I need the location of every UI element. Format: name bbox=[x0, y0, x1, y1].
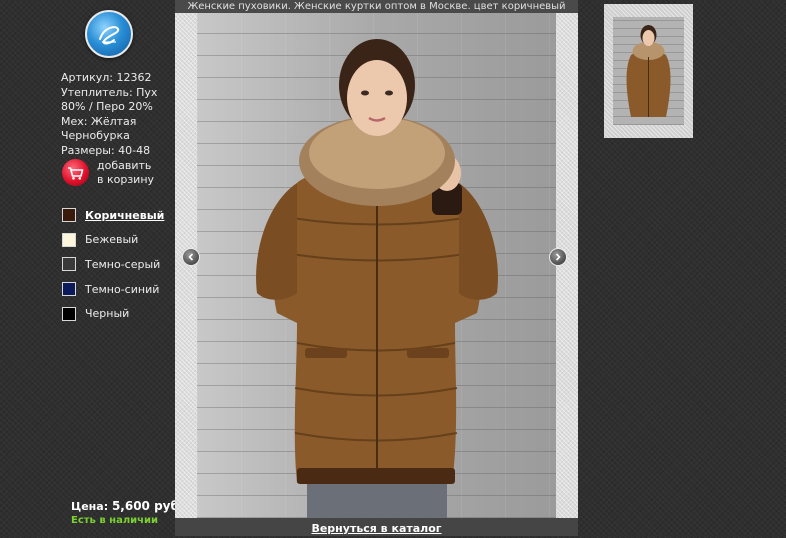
add-to-cart-button[interactable]: добавить в корзину bbox=[62, 159, 157, 187]
image-title: Женские пуховики. Женские куртки оптом в… bbox=[175, 0, 578, 13]
model-illustration bbox=[256, 39, 498, 518]
arrow-left-icon bbox=[188, 253, 194, 261]
arrow-right-icon bbox=[555, 253, 561, 261]
back-bar: Вернуться в каталог bbox=[175, 518, 578, 536]
previous-image-button[interactable] bbox=[182, 248, 200, 266]
product-info: Артикул: 12362 Утеплитель: Пух 80% / Пер… bbox=[61, 71, 171, 158]
color-label[interactable]: Коричневый bbox=[85, 209, 164, 222]
sizes: Размеры: 40-48 bbox=[61, 143, 151, 157]
add-to-cart-label-line-1: добавить bbox=[97, 159, 152, 172]
color-option-brown[interactable]: Коричневый bbox=[62, 207, 164, 223]
color-swatch bbox=[62, 282, 76, 297]
color-option-dark-gray[interactable]: Темно-серый bbox=[62, 256, 164, 272]
color-label[interactable]: Темно-синий bbox=[85, 283, 159, 296]
back-to-catalog-link[interactable]: Вернуться в каталог bbox=[311, 522, 441, 535]
image-viewer: Женские пуховики. Женские куртки оптом в… bbox=[175, 0, 578, 536]
add-to-cart-label-line-2: в корзину bbox=[97, 173, 155, 186]
next-image-button[interactable] bbox=[549, 248, 567, 266]
color-option-beige[interactable]: Бежевый bbox=[62, 232, 164, 248]
site-logo[interactable] bbox=[85, 10, 133, 58]
color-swatch bbox=[62, 257, 76, 272]
color-label[interactable]: Бежевый bbox=[85, 233, 138, 246]
availability-status: Есть в наличии bbox=[71, 515, 159, 526]
shopping-cart-icon bbox=[62, 159, 89, 186]
thumbnail-image bbox=[613, 17, 684, 125]
color-option-black[interactable]: Черный bbox=[62, 306, 164, 322]
color-swatch bbox=[62, 208, 76, 222]
add-to-cart-label[interactable]: добавить в корзину bbox=[97, 159, 157, 187]
price-label: Цена: bbox=[71, 500, 109, 513]
fur-line-1: Мех: Жёлтая bbox=[61, 114, 137, 128]
color-label[interactable]: Черный bbox=[85, 307, 129, 320]
article-number: Артикул: 12362 bbox=[61, 71, 152, 84]
color-options: Коричневый Бежевый Темно-серый Темно-син… bbox=[62, 207, 164, 330]
price: Цена: 5,600 руб. bbox=[71, 499, 183, 513]
logo-icon bbox=[99, 26, 120, 45]
color-swatch bbox=[62, 306, 76, 321]
insulation-line-1: Утеплитель: Пух bbox=[61, 85, 158, 99]
thumbnail[interactable] bbox=[604, 4, 693, 138]
price-value: 5,600 руб. bbox=[111, 499, 184, 513]
color-option-dark-blue[interactable]: Темно-синий bbox=[62, 281, 164, 297]
color-label[interactable]: Темно-серый bbox=[85, 258, 160, 271]
fur-line-2: Чернобурка bbox=[61, 129, 130, 142]
color-swatch bbox=[62, 232, 76, 247]
product-photo[interactable] bbox=[197, 13, 556, 518]
insulation-line-2: 80% / Перо 20% bbox=[61, 100, 153, 113]
